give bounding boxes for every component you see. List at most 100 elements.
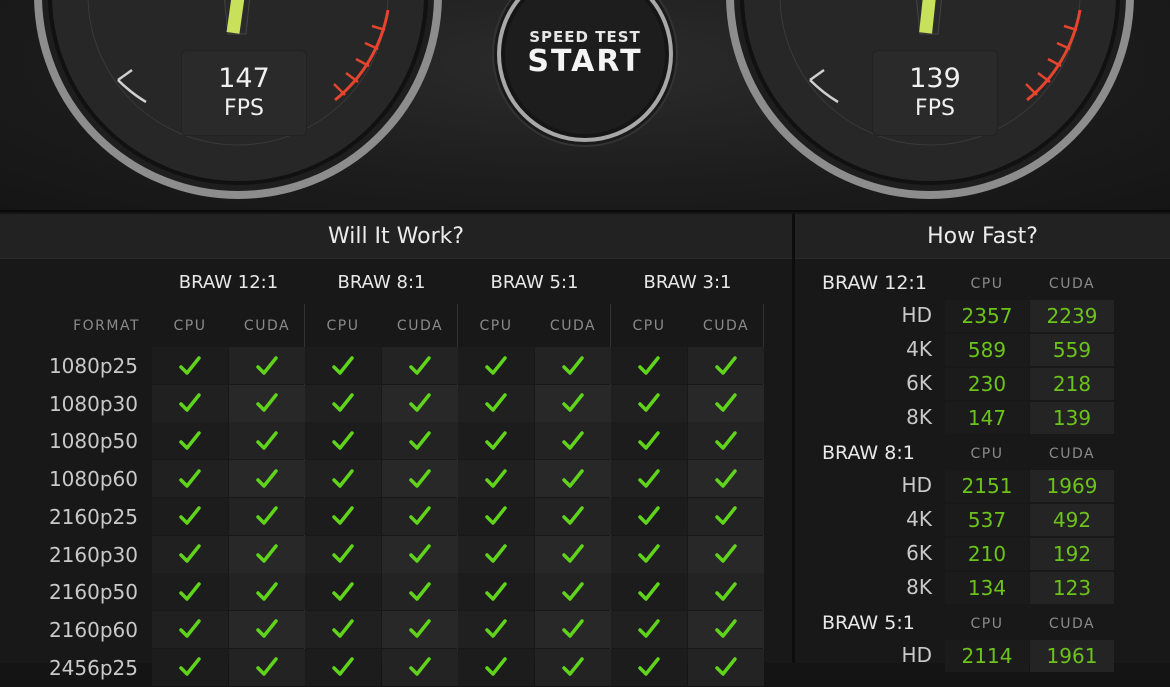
cpu-column-header: CPU [632,318,666,334]
checkmark-icon [715,544,737,563]
checkmark-icon [179,468,201,488]
cuda-column-header: CUDA [702,318,750,334]
format-row-label: 2160p60 [48,617,138,642]
cpu-fps-value: 147 [218,63,270,94]
cuda-fps-value: 559 [1030,334,1114,366]
status-cell [229,422,305,460]
status-cell [382,422,458,460]
status-cell [535,648,611,686]
checkmark-icon [179,506,201,526]
status-cell [229,535,305,573]
status-cell [688,610,764,648]
status-cell [229,347,305,384]
checkmark-icon [638,506,660,526]
format-column-header: FORMAT [73,318,140,334]
status-cell [382,573,458,611]
status-cell [305,610,381,648]
checkmark-icon [715,468,737,488]
status-cell [152,384,228,422]
status-cell [152,460,228,498]
cuda-fps-readout: 139 FPS [872,50,998,136]
status-cell [611,384,687,422]
status-cell [305,347,381,384]
status-cell [688,573,764,611]
checkmark-icon [485,468,507,488]
status-cell [535,497,611,535]
status-cell [152,497,228,535]
status-cell [688,347,764,384]
status-cell [535,460,611,498]
cpu-fps-value: 2151 [945,470,1029,502]
speed-test-start-button[interactable]: SPEED TEST START [490,0,680,154]
cpu-fps-value: 134 [945,572,1029,604]
cuda-fps-unit: FPS [915,96,955,121]
checkmark-icon [179,619,201,639]
checkmark-icon [409,393,431,412]
status-cell [152,648,228,686]
checkmark-icon [562,393,584,412]
checkmark-icon [715,431,737,450]
status-cell [305,573,381,611]
status-cell [305,422,381,460]
status-cell [229,573,305,611]
status-cell [458,535,534,573]
checkmark-icon [409,657,431,676]
resolution-label: HD [901,473,932,497]
checkmark-icon [179,393,201,412]
status-cell [229,384,305,422]
cuda-fps-value: 1969 [1030,470,1114,502]
checkmark-icon [562,544,584,563]
checkmark-icon [409,619,431,639]
checkmark-icon [332,581,354,601]
resolution-label: 4K [906,507,932,531]
checkmark-icon [256,581,278,601]
status-cell [458,460,534,498]
status-cell [611,610,687,648]
status-cell [229,497,305,535]
status-cell [382,384,458,422]
status-cell [382,497,458,535]
checkmark-icon [485,619,507,639]
checkmark-icon [638,619,660,639]
status-cell [535,573,611,611]
status-cell [382,648,458,686]
status-cell [152,610,228,648]
checkmark-icon [562,355,584,375]
cpu-fps-readout: 147 FPS [181,50,307,136]
cpu-fps-value: 537 [945,504,1029,536]
checkmark-icon [179,581,201,601]
checkmark-icon [562,619,584,639]
format-row-label: 1080p25 [48,354,138,378]
checkmark-icon [715,657,737,676]
cpu-fps-value: 147 [945,402,1029,434]
cuda-fps-value: 492 [1030,504,1114,536]
status-cell [229,610,305,648]
cuda-column-header: CUDA [243,318,291,334]
status-cell [305,384,381,422]
cuda-fps-value: 139 [1030,402,1114,434]
status-cell [305,648,381,686]
status-cell [611,497,687,535]
cpu-column-header: CPU [173,318,207,334]
status-cell [382,347,458,384]
resolution-label: HD [901,643,932,667]
checkmark-icon [179,431,201,450]
cuda-column-header: CUDA [1048,616,1096,632]
checkmark-icon [638,431,660,450]
cuda-fps-value: 218 [1030,368,1114,400]
cuda-fps-value: 2239 [1030,300,1114,332]
checkmark-icon [638,544,660,563]
status-cell [535,384,611,422]
checkmark-icon [485,393,507,412]
gauge-area: 147 FPS SPEED TEST START 139 FPS [0,0,1170,212]
format-row-label: 2160p50 [48,580,138,605]
format-row-label: 2456p25 [48,655,138,680]
status-cell [688,535,764,573]
checkmark-icon [256,393,278,412]
checkmark-icon [715,581,737,601]
status-cell [611,573,687,611]
status-cell [229,648,305,686]
cpu-fps-value: 589 [945,334,1029,366]
checkmark-icon [409,581,431,601]
checkmark-icon [715,393,737,412]
